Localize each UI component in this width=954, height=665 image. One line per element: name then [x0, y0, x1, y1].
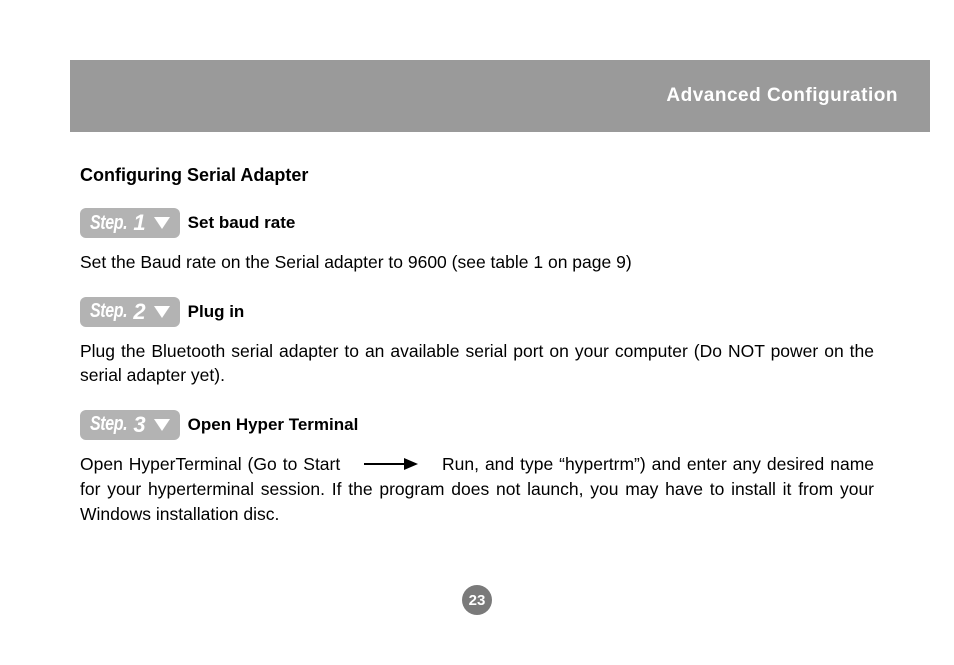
page-number: 23	[462, 585, 492, 615]
step-2-body: Plug the Bluetooth serial adapter to an …	[80, 339, 874, 388]
section-title: Configuring Serial Adapter	[80, 165, 874, 186]
step-2-row: Step. 2 Plug in	[80, 297, 874, 327]
step-label: Step.	[90, 212, 127, 235]
step-title: Set baud rate	[188, 213, 296, 233]
step-1-body: Set the Baud rate on the Serial adapter …	[80, 250, 874, 275]
header-title: Advanced Configuration	[666, 85, 898, 107]
chevron-down-icon	[154, 306, 170, 318]
step-badge: Step. 2	[80, 297, 180, 327]
step-title: Open Hyper Terminal	[188, 415, 359, 435]
step-title: Plug in	[188, 302, 245, 322]
arrow-right-icon	[364, 451, 418, 476]
step-1-row: Step. 1 Set baud rate	[80, 208, 874, 238]
step-label: Step.	[90, 413, 127, 436]
chevron-down-icon	[154, 419, 170, 431]
step-3-body: Open HyperTerminal (Go to Start Run, and…	[80, 452, 874, 527]
step-number: 2	[133, 299, 145, 325]
step-label: Step.	[90, 300, 127, 323]
step-number: 3	[133, 412, 145, 438]
step-badge: Step. 3	[80, 410, 180, 440]
chevron-down-icon	[154, 217, 170, 229]
header-bar: Advanced Configuration	[70, 60, 930, 132]
step-3-row: Step. 3 Open Hyper Terminal	[80, 410, 874, 440]
content: Configuring Serial Adapter Step. 1 Set b…	[80, 165, 874, 548]
step-3-body-pre: Open HyperTerminal (Go to Start	[80, 454, 340, 474]
step-badge: Step. 1	[80, 208, 180, 238]
step-number: 1	[133, 210, 145, 236]
